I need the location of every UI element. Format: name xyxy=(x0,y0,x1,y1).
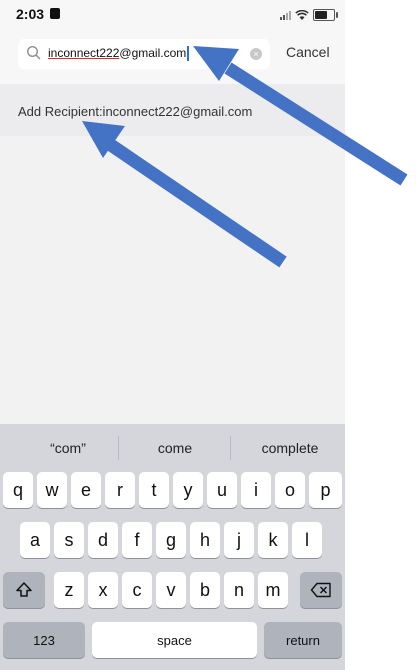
key-g[interactable]: g xyxy=(156,522,186,558)
key-v[interactable]: v xyxy=(156,572,186,608)
key-q[interactable]: q xyxy=(3,472,33,508)
key-i[interactable]: i xyxy=(241,472,271,508)
shift-key[interactable] xyxy=(3,572,45,608)
clear-icon[interactable]: × xyxy=(250,48,262,60)
search-input-value: inconnect222@gmail.com xyxy=(48,46,190,62)
search-results: Add Recipient:inconnect222@gmail.com xyxy=(0,84,345,136)
key-t[interactable]: t xyxy=(139,472,169,508)
status-time: 2:03 xyxy=(16,6,45,22)
key-u[interactable]: u xyxy=(207,472,237,508)
backspace-icon xyxy=(310,582,331,598)
key-l[interactable]: l xyxy=(292,522,322,558)
phone-screen: 2:03 inconnect222@gmail.com × Cancel Add… xyxy=(0,0,345,670)
signal-icon xyxy=(280,10,291,20)
key-a[interactable]: a xyxy=(20,522,50,558)
key-n[interactable]: n xyxy=(224,572,254,608)
key-s[interactable]: s xyxy=(54,522,84,558)
key-z[interactable]: z xyxy=(54,572,84,608)
search-input[interactable]: inconnect222@gmail.com × xyxy=(18,39,270,69)
battery-icon xyxy=(313,9,338,21)
status-icons xyxy=(280,7,338,23)
search-bar: inconnect222@gmail.com × Cancel xyxy=(0,32,345,84)
suggestion-divider xyxy=(118,436,119,460)
suggestion-item[interactable]: come xyxy=(145,440,205,456)
add-recipient-item[interactable]: Add Recipient:inconnect222@gmail.com xyxy=(18,104,252,119)
key-f[interactable]: f xyxy=(122,522,152,558)
text-caret xyxy=(187,46,190,62)
notification-icon xyxy=(50,8,60,19)
key-x[interactable]: x xyxy=(88,572,118,608)
return-key[interactable]: return xyxy=(264,622,342,658)
suggestion-divider xyxy=(230,436,231,460)
key-w[interactable]: w xyxy=(37,472,67,508)
suggestion-bar: “com” come complete xyxy=(0,424,345,468)
key-p[interactable]: p xyxy=(309,472,342,508)
key-o[interactable]: o xyxy=(275,472,305,508)
delete-key[interactable] xyxy=(300,572,342,608)
suggestion-item[interactable]: complete xyxy=(250,440,330,456)
key-h[interactable]: h xyxy=(190,522,220,558)
key-b[interactable]: b xyxy=(190,572,220,608)
key-k[interactable]: k xyxy=(258,522,288,558)
status-bar: 2:03 xyxy=(0,0,345,32)
key-d[interactable]: d xyxy=(88,522,118,558)
key-c[interactable]: c xyxy=(122,572,152,608)
space-key[interactable]: space xyxy=(92,622,257,658)
keyboard: “com” come complete q w e r t y u i o p … xyxy=(0,424,345,670)
key-j[interactable]: j xyxy=(224,522,254,558)
cancel-button[interactable]: Cancel xyxy=(286,44,330,60)
key-y[interactable]: y xyxy=(173,472,203,508)
wifi-icon xyxy=(295,9,309,20)
key-e[interactable]: e xyxy=(71,472,101,508)
key-r[interactable]: r xyxy=(105,472,135,508)
shift-icon xyxy=(16,582,32,597)
numbers-key[interactable]: 123 xyxy=(3,622,85,658)
search-icon xyxy=(26,45,41,60)
key-m[interactable]: m xyxy=(258,572,288,608)
suggestion-item[interactable]: “com” xyxy=(38,440,98,456)
